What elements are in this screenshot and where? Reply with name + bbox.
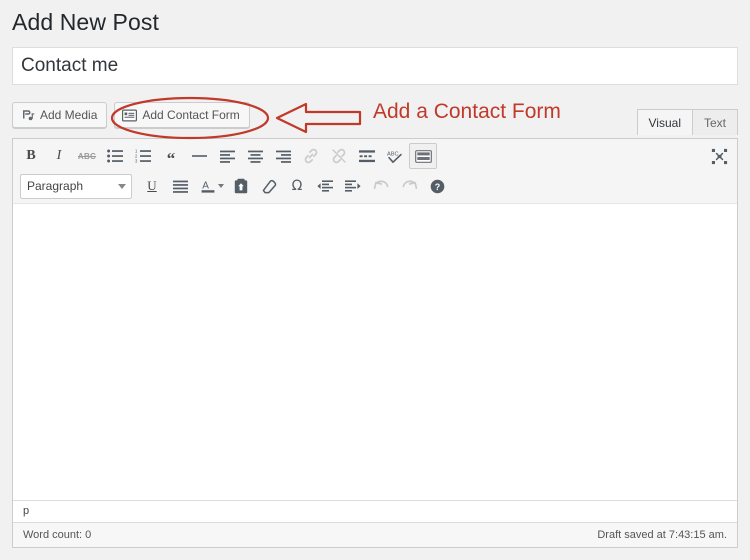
clipboard-icon: [234, 178, 248, 194]
save-status: Draft saved at 7:43:15 am.: [597, 529, 727, 541]
help-icon: ?: [430, 179, 445, 194]
post-title-input[interactable]: [13, 48, 737, 84]
element-path: p: [13, 500, 737, 522]
fullscreen-icon: [711, 148, 728, 165]
redo-icon: [401, 179, 418, 194]
add-media-icon: [20, 108, 35, 123]
contact-form-icon: [122, 109, 138, 122]
add-media-button[interactable]: Add Media: [12, 102, 108, 128]
horizontal-rule-button[interactable]: [185, 143, 213, 169]
bullet-list-button[interactable]: [101, 143, 129, 169]
editor-container: Add Media Add Contact Form Visual Text B…: [12, 96, 738, 548]
insert-read-more-button[interactable]: [353, 143, 381, 169]
numbered-list-button[interactable]: 1 2 3: [129, 143, 157, 169]
format-select[interactable]: Paragraph: [20, 173, 132, 199]
keyboard-shortcuts-button[interactable]: ?: [423, 173, 451, 199]
mce-editor-box: B I ABC 1 2 3 “ ABC Paragraph U A Ω ? p …: [12, 138, 738, 548]
strikethrough-icon: ABC: [77, 151, 97, 161]
clear-formatting-button[interactable]: [255, 173, 283, 199]
bold-icon: B: [26, 148, 36, 163]
horizontal-rule-icon: [191, 150, 207, 162]
svg-text:3: 3: [135, 158, 138, 163]
paste-as-text-button[interactable]: [227, 173, 255, 199]
svg-text:ABC: ABC: [387, 151, 399, 157]
align-left-button[interactable]: [213, 143, 241, 169]
add-media-label: Add Media: [40, 108, 98, 122]
page-title: Add New Post: [12, 9, 159, 35]
strikethrough-button[interactable]: ABC: [73, 143, 101, 169]
align-right-button[interactable]: [269, 143, 297, 169]
underline-icon: U: [147, 178, 157, 193]
toolbar-row-2: Paragraph U A Ω ?: [13, 171, 737, 201]
toolbar-row-1: B I ABC 1 2 3 “ ABC: [13, 141, 737, 171]
media-buttons-group: Add Media Add Contact Form: [12, 102, 250, 128]
outdent-button[interactable]: [311, 173, 339, 199]
add-contact-form-label: Add Contact Form: [142, 108, 240, 122]
text-color-icon: A: [200, 178, 216, 194]
indent-icon: [345, 179, 361, 193]
redo-button[interactable]: [395, 173, 423, 199]
editor-mode-tabs: Visual Text: [636, 108, 738, 135]
spellcheck-icon: ABC: [386, 149, 404, 164]
annotation-callout-text: Add a Contact Form: [373, 100, 561, 123]
outdent-icon: [317, 179, 333, 193]
undo-icon: [373, 179, 390, 194]
underline-button[interactable]: U: [138, 173, 166, 199]
editor-status-bar: Word count: 0 Draft saved at 7:43:15 am.: [13, 522, 737, 547]
italic-icon: I: [56, 148, 62, 163]
align-center-icon: [247, 150, 263, 163]
align-right-icon: [275, 150, 291, 163]
tab-text[interactable]: Text: [692, 109, 738, 135]
remove-link-button[interactable]: [325, 143, 353, 169]
tab-visual[interactable]: Visual: [636, 109, 693, 135]
align-center-button[interactable]: [241, 143, 269, 169]
numbered-list-icon: 1 2 3: [135, 149, 151, 163]
svg-text:?: ?: [434, 182, 440, 192]
post-content-editor[interactable]: [13, 204, 737, 500]
editor-toolbar: B I ABC 1 2 3 “ ABC Paragraph U A Ω ?: [13, 139, 737, 204]
svg-text:A: A: [202, 181, 209, 192]
link-icon: [303, 148, 319, 164]
insert-link-button[interactable]: [297, 143, 325, 169]
indent-button[interactable]: [339, 173, 367, 199]
blockquote-button[interactable]: “: [157, 143, 185, 169]
post-title-field-wrapper[interactable]: [12, 47, 738, 85]
read-more-icon: [359, 149, 375, 163]
word-count: Word count: 0: [23, 529, 92, 541]
omega-icon: Ω: [291, 178, 303, 194]
text-color-chevron-icon[interactable]: [218, 184, 224, 188]
special-character-button[interactable]: Ω: [283, 173, 311, 199]
justify-icon: [172, 180, 188, 193]
italic-button[interactable]: I: [45, 143, 73, 169]
blockquote-icon: “: [166, 148, 176, 168]
format-select-wrapper[interactable]: Paragraph: [20, 173, 132, 199]
justify-button[interactable]: [166, 173, 194, 199]
bullet-list-icon: [107, 149, 123, 163]
bold-button[interactable]: B: [17, 143, 45, 169]
eraser-icon: [261, 179, 277, 194]
add-contact-form-button[interactable]: Add Contact Form: [114, 102, 250, 128]
keyboard-toolbar-icon: [414, 149, 432, 163]
undo-button[interactable]: [367, 173, 395, 199]
spellcheck-button[interactable]: ABC: [381, 143, 409, 169]
unlink-icon: [331, 148, 347, 164]
align-left-icon: [219, 150, 235, 163]
toggle-toolbar-button[interactable]: [409, 143, 437, 169]
fullscreen-button[interactable]: [705, 143, 733, 169]
